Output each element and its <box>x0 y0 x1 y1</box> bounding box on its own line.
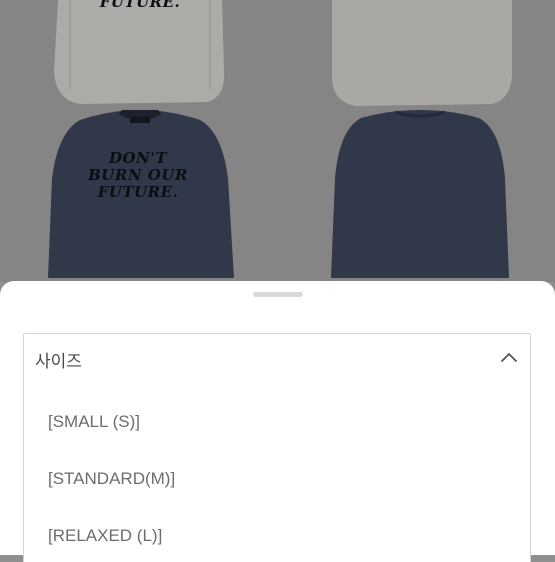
size-option-small[interactable]: [SMALL (S)] <box>48 412 140 432</box>
size-option-standard[interactable]: [STANDARD(M)] <box>48 469 175 489</box>
size-select-label: 사이즈 <box>35 352 82 372</box>
bottom-sheet: 사이즈 [SMALL (S)] [STANDARD(M)] [RELAXED (… <box>0 281 555 562</box>
size-options-list: [SMALL (S)] [STANDARD(M)] [RELAXED (L)] <box>23 382 531 562</box>
sheet-drag-handle[interactable] <box>253 292 303 297</box>
size-select[interactable]: 사이즈 <box>23 333 531 383</box>
product-image-backdrop: FUTURE. DON'T BURN OUR FUTURE. <box>0 0 555 282</box>
dim-overlay[interactable] <box>0 0 555 282</box>
chevron-up-icon[interactable] <box>500 350 518 364</box>
size-option-relaxed[interactable]: [RELAXED (L)] <box>48 526 162 546</box>
